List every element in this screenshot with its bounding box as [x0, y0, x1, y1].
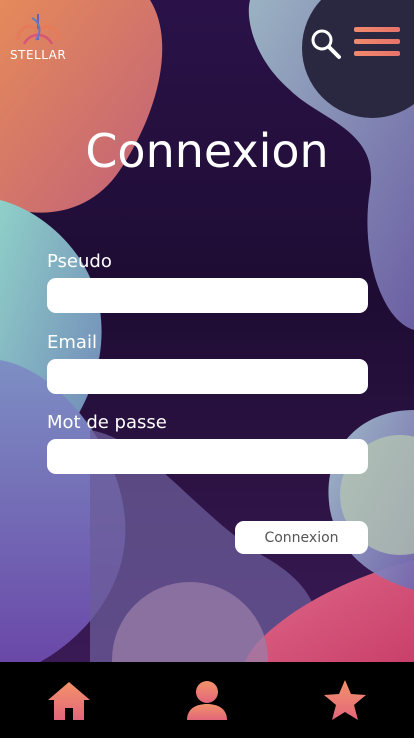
home-icon	[48, 682, 90, 720]
star-icon	[324, 680, 366, 720]
background-blobs	[0, 0, 414, 662]
logo-text: STELLAR	[10, 48, 67, 62]
page-title: Connexion	[85, 124, 329, 178]
email-input[interactable]	[47, 359, 368, 394]
email-label: Email	[47, 332, 97, 353]
pseudo-input[interactable]	[47, 278, 368, 313]
stellar-logo[interactable]: STELLAR	[10, 10, 66, 66]
bottom-navigation	[0, 662, 414, 738]
search-icon	[311, 29, 341, 59]
login-screen: STELLAR Connexion Pseudo Email Mot de pa…	[0, 0, 414, 738]
login-submit-button[interactable]: Connexion	[235, 521, 368, 554]
menu-button[interactable]	[354, 27, 400, 61]
search-button[interactable]	[310, 28, 342, 60]
password-label: Mot de passe	[47, 412, 167, 433]
decorative-background	[0, 0, 414, 662]
stellar-logo-mark-icon	[16, 14, 60, 45]
hamburger-menu-icon	[354, 27, 400, 56]
nav-favorites-button[interactable]	[322, 678, 368, 724]
pseudo-label: Pseudo	[47, 251, 112, 272]
password-input[interactable]	[47, 439, 368, 474]
nav-profile-button[interactable]	[184, 678, 230, 724]
nav-home-button[interactable]	[46, 678, 92, 724]
user-icon	[187, 681, 227, 720]
